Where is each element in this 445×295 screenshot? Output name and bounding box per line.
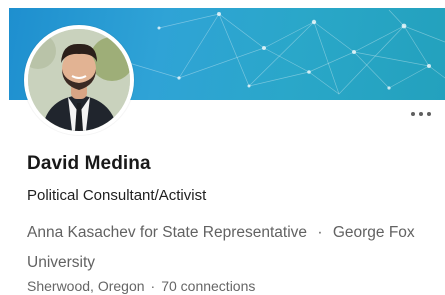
more-options-button[interactable] (411, 112, 431, 116)
more-horizontal-icon (411, 112, 415, 116)
avatar[interactable] (24, 25, 134, 135)
separator: · (150, 278, 156, 294)
profile-headline: Political Consultant/Activist (27, 187, 207, 204)
location-text: Sherwood, Oregon (27, 278, 145, 294)
profile-affiliations: Anna Kasachev for State Representative ·… (27, 218, 432, 278)
more-horizontal-icon (419, 112, 423, 116)
separator: · (317, 224, 323, 241)
more-horizontal-icon (427, 112, 431, 116)
connections-link[interactable]: 70 connections (161, 278, 255, 294)
current-organization-link[interactable]: Anna Kasachev for State Representative (27, 224, 307, 241)
profile-name: David Medina (27, 153, 151, 174)
profile-location-line: Sherwood, Oregon · 70 connections (27, 278, 255, 294)
profile-photo (28, 29, 130, 131)
